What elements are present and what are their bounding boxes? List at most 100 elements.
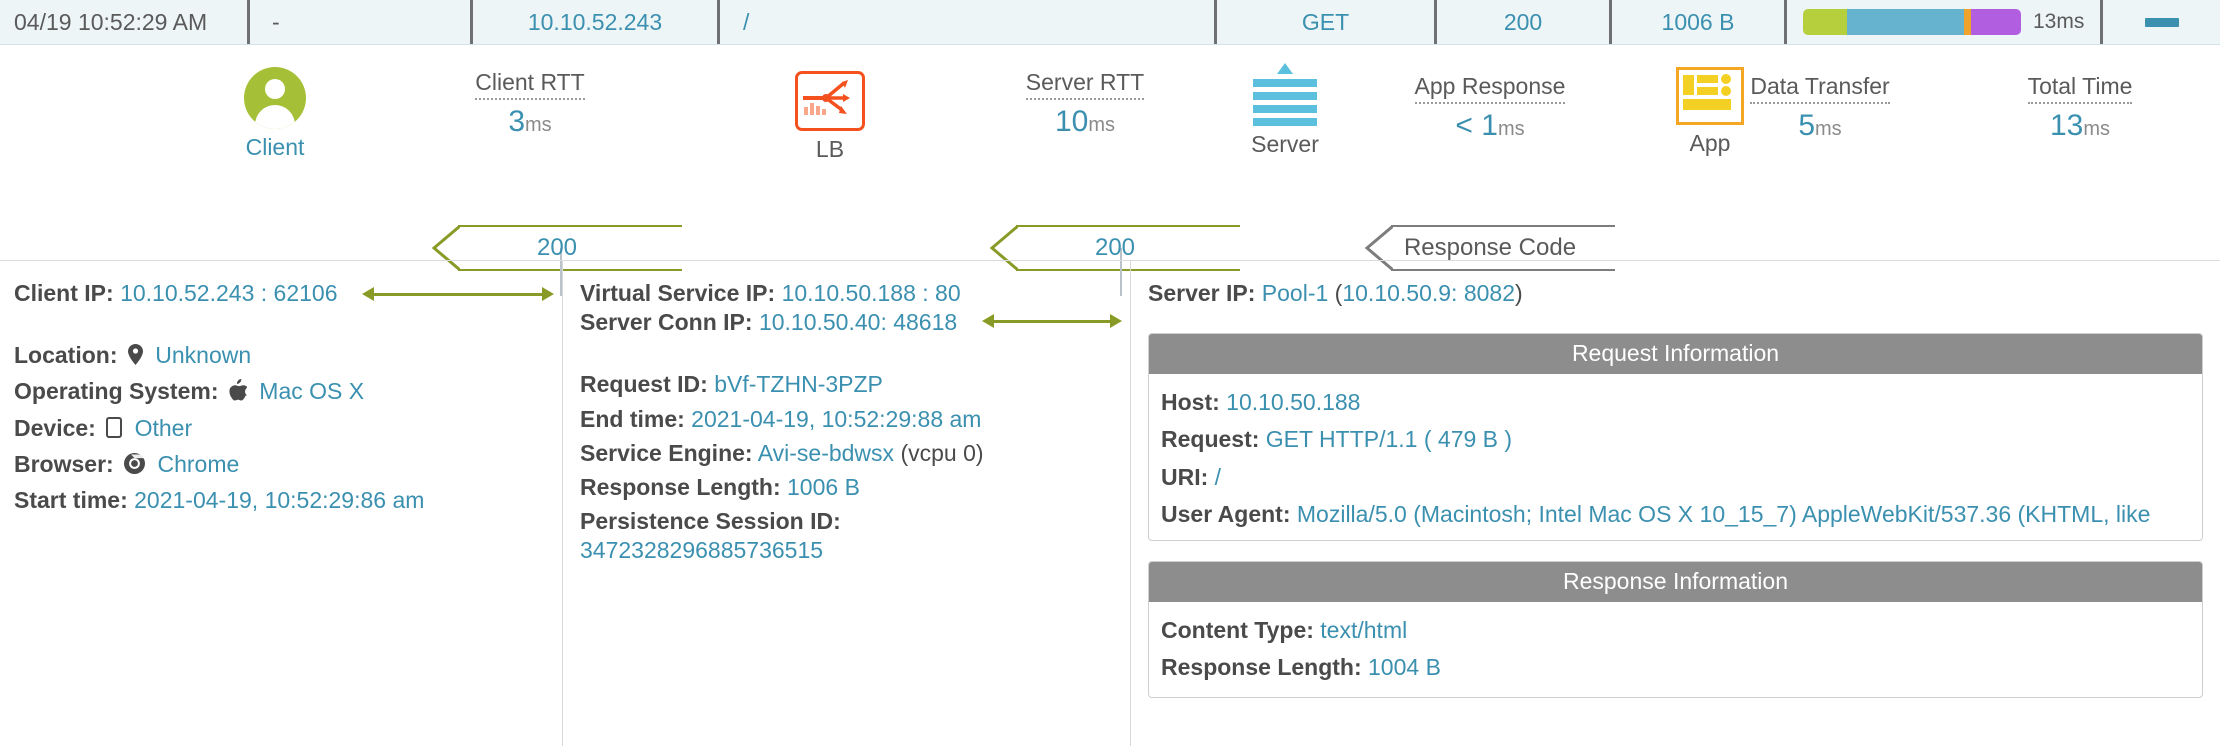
- request-row: Request: GET HTTP/1.1 ( 479 B ): [1161, 425, 2190, 454]
- response-length-label: Response Length:: [1161, 654, 1362, 681]
- user-agent-value: Mozilla/5.0 (Macintosh; Intel Mac OS X 1…: [1296, 500, 2151, 527]
- timing-segment-server-rtt[interactable]: [1846, 9, 1965, 35]
- metric-client-rtt-number: 3: [508, 105, 525, 138]
- user-agent-label: User Agent:: [1161, 500, 1291, 527]
- request-flow-diagram: Client LB Server App Client RTT 3ms Serv…: [0, 45, 2220, 296]
- timing-bar[interactable]: [1803, 9, 2021, 35]
- lb-server-arrow: [982, 314, 1122, 328]
- request-id-value[interactable]: bVf-TZHN-3PZP: [714, 371, 883, 397]
- start-time-row: Start time: 2021-04-19, 10:52:29:86 am: [14, 486, 554, 515]
- metric-total-time: Total Time 13ms: [1960, 73, 2200, 143]
- browser-row: Browser: Chrome: [14, 450, 554, 481]
- client-lb-arrow: [362, 287, 554, 301]
- end-time-row: End time: 2021-04-19, 10:52:29:88 am: [580, 405, 1125, 434]
- metric-app-response-number: < 1: [1455, 109, 1498, 142]
- timing-segment-client-rtt[interactable]: [1803, 9, 1847, 35]
- host-row: Host: 10.10.50.188: [1161, 388, 2190, 417]
- user-agent-row: User Agent: Mozilla/5.0 (Macintosh; Inte…: [1161, 500, 2190, 529]
- flow-node-client-label: Client: [245, 134, 305, 160]
- persistence-session-label-row: Persistence Session ID:: [580, 507, 1125, 536]
- timing-cell: 13ms: [1784, 0, 2100, 44]
- client-detail-column: Client IP: 10.10.52.243 : 62106 Location…: [14, 279, 554, 520]
- lb-response-length-row: Response Length: 1006 B: [580, 473, 1125, 502]
- timestamp-cell: 04/19 10:52:29 AM: [14, 8, 208, 35]
- column-divider: [562, 261, 563, 746]
- request-value: GET HTTP/1.1 ( 479 B ): [1265, 426, 1513, 453]
- response-information-title: Response Information: [1149, 562, 2202, 603]
- client-ip-cell[interactable]: 10.10.52.243: [470, 0, 717, 44]
- flow-node-server: Server: [1205, 63, 1365, 157]
- server-ip-address[interactable]: 10.10.50.9: 8082: [1342, 280, 1515, 306]
- client-ip-value[interactable]: 10.10.52.243 : 62106: [120, 280, 337, 306]
- virtual-service-ip-value[interactable]: 10.10.50.188 : 80: [782, 280, 961, 306]
- request-information-body: Host: 10.10.50.188 Request: GET HTTP/1.1…: [1149, 374, 2202, 540]
- content-type-value: text/html: [1320, 617, 1408, 644]
- metric-client-rtt: Client RTT 3ms: [420, 69, 640, 139]
- persistence-session-label: Persistence Session ID:: [580, 508, 841, 535]
- method-cell[interactable]: GET: [1214, 0, 1434, 44]
- content-type-label: Content Type:: [1161, 617, 1314, 644]
- log-summary-row[interactable]: 04/19 10:52:29 AM - 10.10.52.243 / GET 2…: [0, 0, 2220, 45]
- request-information-panel: Request Information Host: 10.10.50.188 R…: [1148, 333, 2203, 542]
- persistence-session-value[interactable]: 3472328296885736515: [580, 537, 823, 563]
- server-ip-pool[interactable]: Pool-1: [1262, 280, 1328, 306]
- server-conn-ip-value[interactable]: 10.10.50.40: 48618: [759, 309, 957, 335]
- apple-icon: [229, 379, 248, 408]
- host-value[interactable]: 10.10.50.188: [1226, 389, 1360, 415]
- flow-node-lb-label: LB: [815, 136, 845, 162]
- device-row: Device: Other: [14, 414, 554, 445]
- start-time-value: 2021-04-19, 10:52:29:86 am: [134, 487, 425, 514]
- service-engine-row: Service Engine: Avi-se-bdwsx (vcpu 0): [580, 439, 1125, 468]
- uri-value[interactable]: /: [1215, 464, 1221, 490]
- content-type-row: Content Type: text/html: [1161, 616, 2190, 645]
- collapse-cell[interactable]: [2100, 0, 2220, 44]
- uri-label: URI:: [1161, 463, 1209, 490]
- metric-server-rtt: Server RTT 10ms: [975, 69, 1195, 139]
- uri-cell[interactable]: /: [717, 0, 1214, 44]
- metric-server-rtt-title: Server RTT: [1025, 69, 1145, 100]
- metric-data-transfer-unit: ms: [1815, 118, 1842, 140]
- user-cell: -: [247, 0, 470, 44]
- minus-icon[interactable]: [2144, 17, 2179, 27]
- browser-label: Browser:: [14, 450, 114, 477]
- browser-value: Chrome: [157, 450, 240, 477]
- metric-app-response-unit: ms: [1497, 118, 1525, 140]
- column-divider: [1130, 261, 1131, 746]
- metric-server-rtt-unit: ms: [1088, 114, 1116, 136]
- total-time-label: 13ms: [2033, 10, 2085, 33]
- client-ip-label: Client IP:: [14, 280, 114, 306]
- service-engine-label: Service Engine:: [580, 439, 753, 466]
- timing-segment-data-transfer[interactable]: [1970, 9, 2021, 35]
- metric-data-transfer-title: Data Transfer: [1750, 73, 1890, 104]
- flow-node-client: Client: [195, 67, 355, 160]
- host-label: Host:: [1161, 389, 1220, 416]
- location-row: Location: Unknown: [14, 341, 554, 372]
- server-ip-row: Server IP: Pool-1 (10.10.50.9: 8082): [1148, 279, 2208, 308]
- banner-response-code-text: Response Code: [1403, 234, 1577, 261]
- lb-response-length-value: 1006 B: [787, 474, 860, 501]
- request-id-row: Request ID: bVf-TZHN-3PZP: [580, 370, 1125, 399]
- response-information-panel: Response Information Content Type: text/…: [1148, 561, 2203, 698]
- metric-app-response-title: App Response: [1414, 73, 1566, 104]
- status-code-cell[interactable]: 200: [1434, 0, 1609, 44]
- metric-app-response: App Response < 1ms: [1355, 73, 1625, 143]
- flow-node-lb: LB: [750, 71, 910, 162]
- service-engine-vcpu: (vcpu 0): [900, 439, 984, 466]
- os-value: Mac OS X: [259, 378, 365, 405]
- location-label: Location:: [14, 342, 118, 369]
- response-information-body: Content Type: text/html Response Length:…: [1149, 602, 2202, 696]
- banner-server-status-text: 200: [1094, 234, 1136, 261]
- detail-columns: Client IP: 10.10.52.243 : 62106 Location…: [0, 260, 2220, 746]
- uri-row: URI: /: [1161, 463, 2190, 492]
- end-time-value: 2021-04-19, 10:52:29:88 am: [691, 405, 982, 432]
- metric-app-response-value: < 1ms: [1355, 109, 1625, 143]
- metric-total-time-title: Total Time: [2027, 73, 2133, 104]
- service-engine-value[interactable]: Avi-se-bdwsx: [758, 440, 894, 466]
- load-balancer-icon: [795, 71, 865, 131]
- metric-data-transfer-value: 5ms: [1690, 109, 1950, 143]
- metric-data-transfer-number: 5: [1798, 109, 1815, 142]
- server-icon: [1253, 63, 1317, 126]
- os-row: Operating System: Mac OS X: [14, 377, 554, 408]
- metric-total-time-unit: ms: [2083, 118, 2111, 140]
- server-detail-column: Server IP: Pool-1 (10.10.50.9: 8082) Req…: [1148, 279, 2208, 698]
